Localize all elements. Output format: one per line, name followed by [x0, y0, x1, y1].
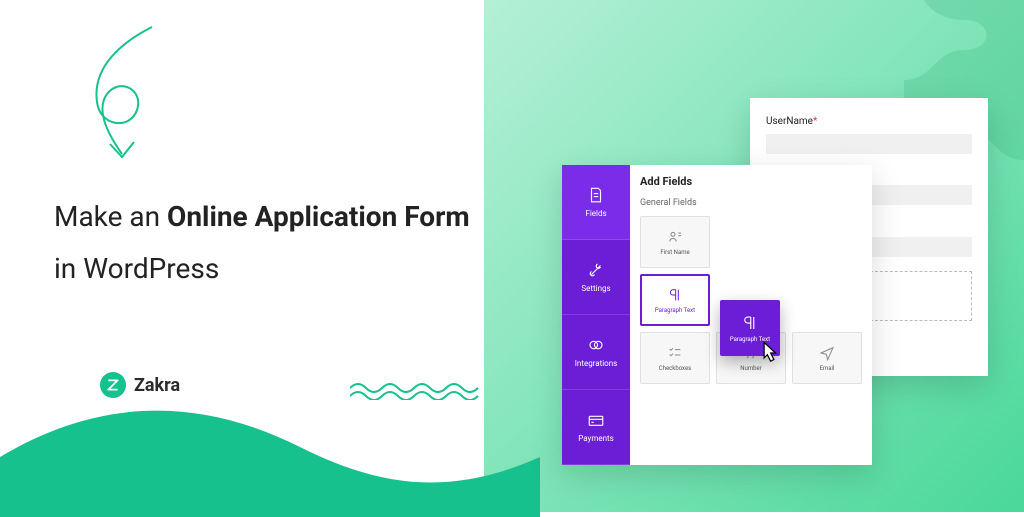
field-tile-paragraph-text[interactable]: Paragraph Text [640, 274, 710, 326]
sidebar-item-label: Settings [581, 284, 610, 293]
username-input[interactable] [766, 134, 972, 154]
sidebar-item-label: Fields [585, 209, 606, 218]
paragraph-icon [667, 287, 683, 303]
headline-strong: Online Application Form [167, 200, 470, 233]
form-builder: Fields Settings Integrations Payments Add F… [562, 165, 872, 465]
sidebar-item-payments[interactable]: Payments [562, 390, 630, 465]
form-field-label: UserName* [766, 116, 972, 127]
sidebar-item-label: Integrations [575, 359, 618, 368]
field-tile-first-name[interactable]: First Name [640, 216, 710, 268]
form-icon [587, 186, 605, 204]
builder-sidebar: Fields Settings Integrations Payments [562, 165, 630, 465]
user-icon [667, 229, 683, 245]
sidebar-item-settings[interactable]: Settings [562, 240, 630, 315]
arrow-doodle [62, 22, 182, 172]
send-icon [819, 345, 835, 361]
brand-badge [100, 372, 126, 398]
panel-title: Add Fields [640, 175, 862, 188]
cursor-icon [756, 340, 782, 366]
wave-decoration [0, 397, 540, 517]
panel-section: General Fields [640, 198, 862, 208]
headline-line2: in WordPress [54, 248, 470, 290]
tools-icon [587, 261, 605, 279]
sidebar-item-integrations[interactable]: Integrations [562, 315, 630, 390]
overlap-icon [587, 336, 605, 354]
headline-part1: Make an [54, 200, 167, 233]
sidebar-item-fields[interactable]: Fields [562, 165, 630, 240]
page-title: Make an Online Application Form in WordP… [54, 196, 470, 290]
field-tile-email[interactable]: Email [792, 332, 862, 384]
field-tile-checkboxes[interactable]: Checkboxes [640, 332, 710, 384]
paragraph-icon [741, 314, 759, 332]
checklist-icon [667, 345, 683, 361]
card-icon [587, 411, 605, 429]
form-field-username: UserName* [766, 116, 972, 154]
brand-logo: Zakra [100, 372, 180, 398]
brand-name: Zakra [134, 375, 180, 396]
sidebar-item-label: Payments [578, 434, 614, 443]
